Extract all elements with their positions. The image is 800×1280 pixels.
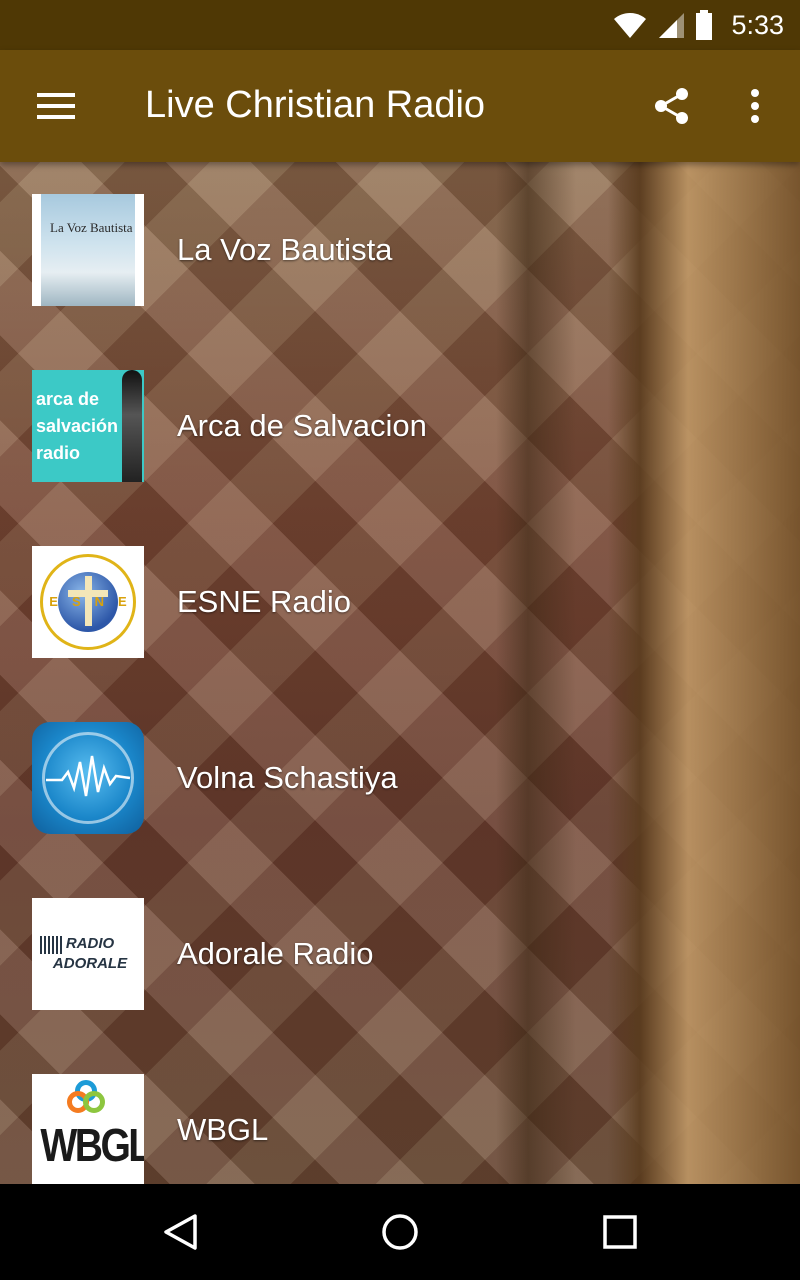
home-icon <box>382 1214 418 1250</box>
app-bar: Live Christian Radio <box>0 50 800 162</box>
station-logo: WBGL <box>32 1074 144 1184</box>
status-icons: 5:33 <box>613 0 784 50</box>
more-vert-icon <box>751 89 759 123</box>
logo-text: ESNE <box>49 594 141 609</box>
more-options-button[interactable] <box>730 78 780 134</box>
back-icon <box>164 1214 197 1250</box>
logo-text: La Voz Bautista <box>50 220 133 235</box>
station-logo <box>32 722 144 834</box>
station-logo: ESNE <box>32 546 144 658</box>
station-logo: RADIO ADORALE <box>32 898 144 1010</box>
logo-text: RADIO ADORALE <box>52 935 128 972</box>
cell-signal-icon <box>659 13 685 38</box>
menu-button[interactable] <box>22 78 90 134</box>
logo-text: WBGL <box>40 1119 144 1171</box>
status-time: 5:33 <box>731 9 784 40</box>
station-item[interactable]: WBGL WBGL <box>0 1042 800 1184</box>
station-item[interactable]: La Voz Bautista La Voz Bautista <box>0 162 800 338</box>
station-list-background: La Voz Bautista La Voz Bautista arca de … <box>0 162 800 1184</box>
logo-circle-icon <box>83 1091 105 1113</box>
recents-icon <box>603 1215 637 1249</box>
share-icon <box>655 88 688 124</box>
wifi-icon <box>614 13 647 38</box>
status-bar: 5:33 <box>0 0 800 50</box>
share-button[interactable] <box>642 78 702 134</box>
station-item[interactable]: Volna Schastiya <box>0 690 800 866</box>
station-name: Volna Schastiya <box>177 760 398 795</box>
station-logo: La Voz Bautista <box>32 194 144 306</box>
sound-wave-icon <box>46 755 131 797</box>
home-button[interactable] <box>370 1202 430 1262</box>
back-button[interactable] <box>150 1202 210 1262</box>
station-name: Arca de Salvacion <box>177 408 427 443</box>
station-item[interactable]: RADIO ADORALE Adorale Radio <box>0 866 800 1042</box>
recents-button[interactable] <box>590 1202 650 1262</box>
station-name: La Voz Bautista <box>177 232 393 267</box>
logo-image <box>41 194 135 306</box>
station-logo: arca de salvación radio <box>32 370 144 482</box>
app-title: Live Christian Radio <box>145 84 486 126</box>
navigation-bar <box>0 1184 800 1280</box>
battery-icon <box>696 10 713 40</box>
station-item[interactable]: ESNE ESNE Radio <box>0 514 800 690</box>
microphone-icon <box>122 370 142 482</box>
station-name: WBGL <box>177 1112 269 1147</box>
station-item[interactable]: arca de salvación radio Arca de Salvacio… <box>0 338 800 514</box>
logo-text: arca de salvación radio <box>36 389 119 463</box>
station-name: ESNE Radio <box>177 584 352 619</box>
menu-icon <box>37 93 75 119</box>
station-name: Adorale Radio <box>177 936 374 971</box>
